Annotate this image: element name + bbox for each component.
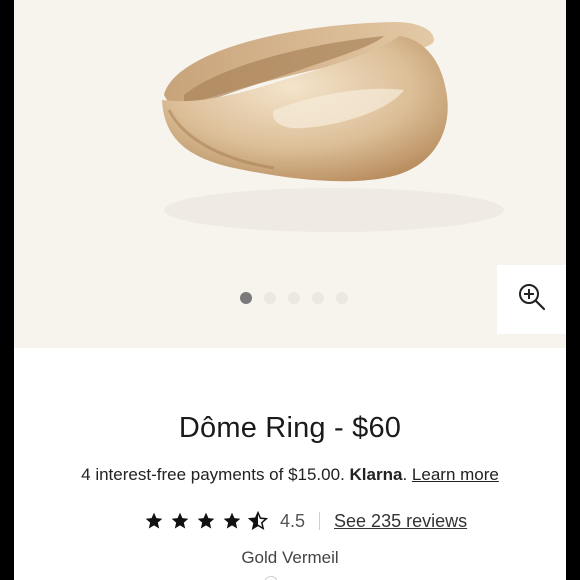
gallery-dot-1[interactable] <box>240 292 252 304</box>
product-image-gallery[interactable] <box>14 0 566 348</box>
rating-value: 4.5 <box>280 510 306 531</box>
product-page: Dôme Ring - $60 4 interest-free payments… <box>14 0 566 580</box>
star-half-icon <box>248 511 268 531</box>
star-full-icon <box>196 511 216 531</box>
installment-info: 4 interest-free payments of $15.00. Klar… <box>14 465 566 485</box>
installment-text: 4 interest-free payments of $15.00. <box>81 465 345 484</box>
star-full-icon <box>144 511 164 531</box>
gallery-pagination <box>240 292 348 304</box>
star-full-icon <box>222 511 242 531</box>
learn-more-link[interactable]: Learn more <box>412 465 499 484</box>
product-title: Dôme Ring - $60 <box>178 412 402 444</box>
gallery-dot-5[interactable] <box>336 292 348 304</box>
klarna-suffix: . <box>402 465 408 484</box>
gallery-dot-2[interactable] <box>264 292 276 304</box>
zoom-button[interactable] <box>497 265 566 334</box>
star-full-icon <box>170 511 190 531</box>
klarna-logo-text: Klarna <box>349 465 403 484</box>
rating-divider <box>319 512 321 530</box>
variant-swatch[interactable] <box>264 576 278 580</box>
see-reviews-link[interactable]: See 235 reviews <box>334 511 467 532</box>
gallery-dot-3[interactable] <box>288 292 300 304</box>
rating-stars <box>144 511 268 531</box>
zoom-in-icon <box>517 282 547 317</box>
gallery-dot-4[interactable] <box>312 292 324 304</box>
product-rating: 4.5 See 235 reviews <box>144 508 467 534</box>
variant-label: Gold Vermeil <box>241 548 339 567</box>
